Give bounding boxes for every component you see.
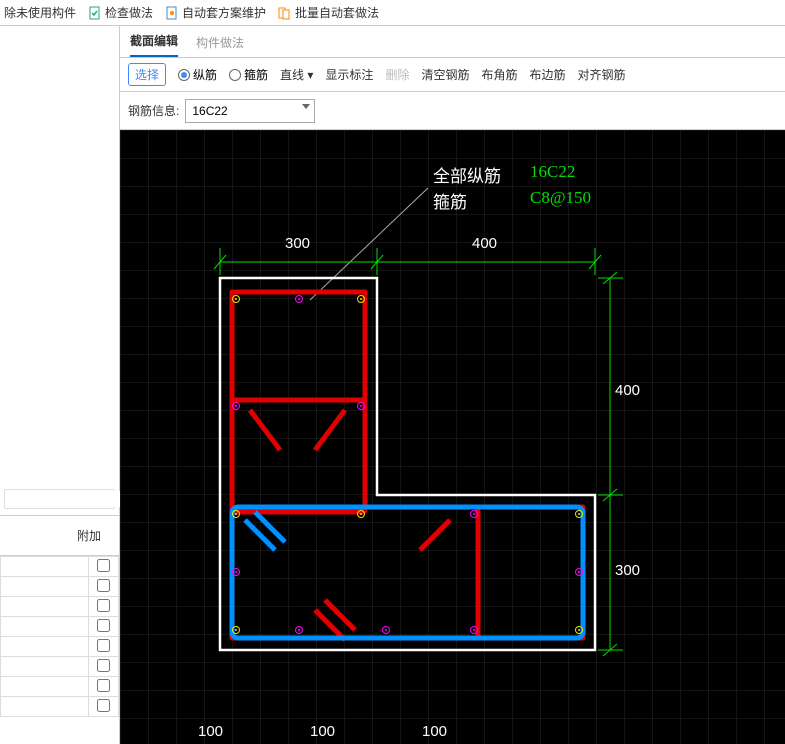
align-button[interactable]: 对齐钢筋 bbox=[578, 66, 626, 83]
rebar-dot bbox=[232, 510, 240, 518]
right-area: 截面编辑 构件做法 选择 纵筋 箍筋 直线 ▾ 显示标注 删除 清空钢筋 布角筋… bbox=[120, 26, 785, 744]
delete-button[interactable]: 删除 bbox=[385, 66, 409, 83]
option-row: 选择 纵筋 箍筋 直线 ▾ 显示标注 删除 清空钢筋 布角筋 布边筋 对齐钢筋 bbox=[120, 58, 785, 92]
rebar-dot bbox=[382, 626, 390, 634]
edge-button[interactable]: 布边筋 bbox=[529, 66, 565, 83]
radio-stirrup[interactable]: 箍筋 bbox=[229, 66, 268, 83]
rebar-dot bbox=[575, 568, 583, 576]
rebar-dot bbox=[232, 568, 240, 576]
unused-label: 除未使用构件 bbox=[4, 4, 76, 21]
addl-header: 附加 bbox=[77, 527, 101, 544]
row-checkbox[interactable] bbox=[97, 619, 110, 632]
rebar-info-combo[interactable]: 16C22 bbox=[185, 99, 315, 123]
check-label: 检查做法 bbox=[105, 4, 153, 21]
rebar-dot bbox=[295, 626, 303, 634]
radio-off-icon bbox=[229, 69, 241, 81]
top-toolbar: 除未使用构件 检查做法 自动套方案维护 批量自动套做法 bbox=[0, 0, 785, 26]
row-checkbox[interactable] bbox=[97, 659, 110, 672]
rebar-dot bbox=[295, 295, 303, 303]
rebar-dot bbox=[357, 510, 365, 518]
rebar-info-label: 钢筋信息: bbox=[128, 102, 179, 119]
table-row[interactable] bbox=[1, 697, 119, 717]
line-button[interactable]: 直线 ▾ bbox=[280, 66, 313, 83]
rebar-dot bbox=[575, 626, 583, 634]
table-row[interactable] bbox=[1, 557, 119, 577]
table-row[interactable] bbox=[1, 637, 119, 657]
section-svg bbox=[120, 130, 785, 744]
clear-button[interactable]: 清空钢筋 bbox=[421, 66, 469, 83]
doc-gear-icon bbox=[165, 6, 179, 20]
table-row[interactable] bbox=[1, 577, 119, 597]
corner-button[interactable]: 布角筋 bbox=[481, 66, 517, 83]
left-panel: 🔍 附加 bbox=[0, 26, 120, 744]
tab-section[interactable]: 截面编辑 bbox=[130, 32, 178, 57]
combo-value: 16C22 bbox=[192, 104, 227, 118]
showlabel-button[interactable]: 显示标注 bbox=[325, 66, 373, 83]
unused-components-button[interactable]: 除未使用构件 bbox=[4, 4, 76, 21]
rebar-dot bbox=[232, 295, 240, 303]
batch-icon bbox=[278, 6, 292, 20]
drawing-canvas[interactable]: 300 400 400 300 100 100 100 全部纵筋 16C22 箍… bbox=[120, 130, 785, 744]
table-row[interactable] bbox=[1, 597, 119, 617]
check-method-button[interactable]: 检查做法 bbox=[88, 4, 153, 21]
row-checkbox[interactable] bbox=[97, 559, 110, 572]
rebar-dot bbox=[232, 626, 240, 634]
info-row: 钢筋信息: 16C22 bbox=[120, 92, 785, 130]
batch-auto-button[interactable]: 批量自动套做法 bbox=[278, 4, 379, 21]
row-checkbox[interactable] bbox=[97, 699, 110, 712]
table-row[interactable] bbox=[1, 617, 119, 637]
rebar-dot bbox=[470, 510, 478, 518]
row-checkbox[interactable] bbox=[97, 599, 110, 612]
table-row[interactable] bbox=[1, 677, 119, 697]
grid-header: 附加 bbox=[0, 516, 119, 556]
auto-scheme-button[interactable]: 自动套方案维护 bbox=[165, 4, 266, 21]
rebar-dot bbox=[232, 402, 240, 410]
tab-component[interactable]: 构件做法 bbox=[196, 34, 244, 57]
table-row[interactable] bbox=[1, 657, 119, 677]
row-checkbox[interactable] bbox=[97, 679, 110, 692]
row-checkbox[interactable] bbox=[97, 639, 110, 652]
tree-area: 🔍 bbox=[0, 26, 119, 516]
search-box[interactable]: 🔍 bbox=[4, 489, 115, 509]
rebar-dot bbox=[357, 295, 365, 303]
chevron-down-icon bbox=[302, 104, 310, 109]
batch-label: 批量自动套做法 bbox=[295, 4, 379, 21]
row-checkbox[interactable] bbox=[97, 579, 110, 592]
radio-on-icon bbox=[178, 69, 190, 81]
radio-longitudinal[interactable]: 纵筋 bbox=[178, 66, 217, 83]
select-button[interactable]: 选择 bbox=[128, 63, 166, 86]
scheme-label: 自动套方案维护 bbox=[182, 4, 266, 21]
rebar-dot bbox=[357, 402, 365, 410]
tabs: 截面编辑 构件做法 bbox=[120, 26, 785, 58]
doc-check-icon bbox=[88, 6, 102, 20]
rebar-dot bbox=[470, 626, 478, 634]
prop-grid bbox=[0, 556, 119, 744]
rebar-dot bbox=[575, 510, 583, 518]
